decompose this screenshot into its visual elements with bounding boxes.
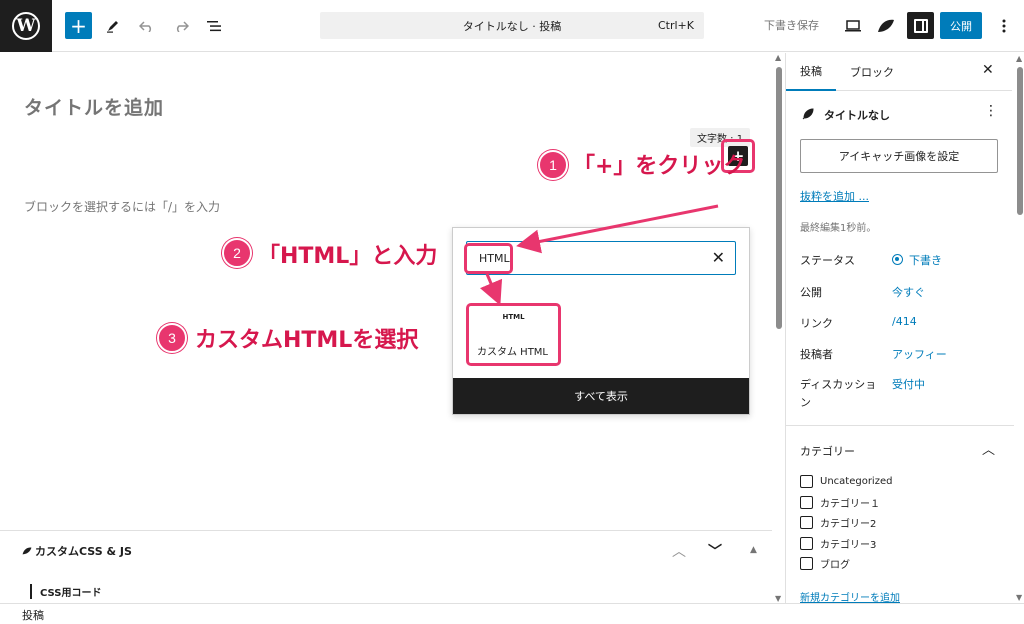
- author-label: 投稿者: [800, 348, 833, 361]
- jetpack-leaf-icon: [22, 547, 32, 555]
- category-label: ブログ: [820, 560, 850, 571]
- css-code-label: CSS用コード: [30, 584, 101, 599]
- category-label: カテゴリー3: [820, 540, 877, 551]
- category-checkbox[interactable]: カテゴリー3: [800, 536, 876, 551]
- checkbox[interactable]: [800, 557, 813, 570]
- step-3-text: カスタムHTMLを選択: [195, 328, 419, 353]
- last-edited-text: 最終編集1秒前。: [800, 223, 877, 234]
- publish-label: 公開: [800, 286, 822, 299]
- metabox-title[interactable]: カスタムCSS & JS: [22, 543, 132, 559]
- scroll-up-arrow-icon[interactable]: ▲: [1016, 54, 1022, 63]
- scrollbar-thumb[interactable]: [1017, 67, 1023, 215]
- step-2-badge: 2: [222, 238, 252, 268]
- tab-block[interactable]: ブロック: [836, 53, 908, 91]
- category-label: カテゴリー2: [820, 519, 877, 530]
- block-breadcrumb-footer: 投稿: [0, 603, 1024, 624]
- post-feather-icon: [802, 107, 814, 123]
- custom-css-js-metabox: カスタムCSS & JS ︿ ﹀ ▲ CSS用コード: [0, 530, 772, 603]
- step-2-text: 「HTML」と入力: [258, 244, 438, 269]
- status-label: ステータス: [800, 254, 855, 267]
- arrow-to-result: [479, 273, 503, 306]
- collapse-toggle-icon[interactable]: ▲: [750, 545, 757, 555]
- breadcrumb-post[interactable]: 投稿: [22, 607, 44, 623]
- checkbox[interactable]: [800, 516, 813, 529]
- categories-panel-title[interactable]: カテゴリー: [800, 443, 855, 459]
- category-label: カテゴリー１: [820, 499, 880, 510]
- metabox-title-label: カスタムCSS & JS: [35, 545, 132, 558]
- scroll-down-arrow-icon[interactable]: ▼: [1016, 593, 1022, 602]
- close-sidebar-icon[interactable]: ✕: [982, 62, 994, 78]
- document-title: タイトルなし: [824, 109, 890, 122]
- arrow-to-search: [516, 204, 719, 254]
- checkbox[interactable]: [800, 496, 813, 509]
- discussion-label: ディスカッション: [800, 378, 877, 409]
- sidebar-tabs: 投稿 ブロック ✕: [786, 53, 1012, 91]
- settings-sidebar: 投稿 ブロック ✕ タイトルなし ⋮ アイキャッチ画像を設定 抜粋を追加 ...…: [785, 53, 1024, 604]
- step-1-text: 「+」をクリック: [573, 154, 746, 179]
- add-excerpt-link[interactable]: 抜粋を追加 ...: [800, 188, 869, 204]
- document-summary: タイトルなし: [802, 107, 890, 123]
- category-label: Uncategorized: [820, 476, 893, 487]
- status-value-button[interactable]: 下書き: [892, 252, 942, 268]
- author-button[interactable]: アッフィー: [892, 346, 947, 362]
- category-checkbox[interactable]: カテゴリー2: [800, 515, 876, 530]
- sidebar-scrollbar[interactable]: ▲ ▼: [1015, 53, 1024, 603]
- divider: [786, 425, 1014, 426]
- move-up-icon[interactable]: ︿: [672, 541, 686, 561]
- checkbox[interactable]: [800, 537, 813, 550]
- move-down-icon[interactable]: ﹀: [708, 541, 722, 561]
- category-checkbox[interactable]: ブログ: [800, 556, 850, 571]
- link-label: リンク: [800, 317, 833, 330]
- set-featured-image-button[interactable]: アイキャッチ画像を設定: [800, 139, 998, 173]
- draft-status-icon: [892, 254, 903, 265]
- permalink-button[interactable]: /414: [892, 315, 917, 328]
- status-value-label: 下書き: [909, 254, 942, 267]
- checkbox[interactable]: [800, 475, 813, 488]
- step-1-badge: 1: [538, 150, 568, 180]
- category-checkbox[interactable]: カテゴリー１: [800, 495, 880, 510]
- category-checkbox[interactable]: Uncategorized: [800, 475, 892, 488]
- step-3-badge: 3: [157, 323, 187, 353]
- publish-date-button[interactable]: 今すぐ: [892, 284, 925, 300]
- tab-post[interactable]: 投稿: [786, 53, 836, 91]
- discussion-button[interactable]: 受付中: [892, 376, 925, 392]
- add-new-category-link[interactable]: 新規カテゴリーを追加: [800, 589, 900, 604]
- document-actions-icon[interactable]: ⋮: [984, 103, 998, 119]
- chevron-up-icon[interactable]: ︿: [982, 439, 995, 458]
